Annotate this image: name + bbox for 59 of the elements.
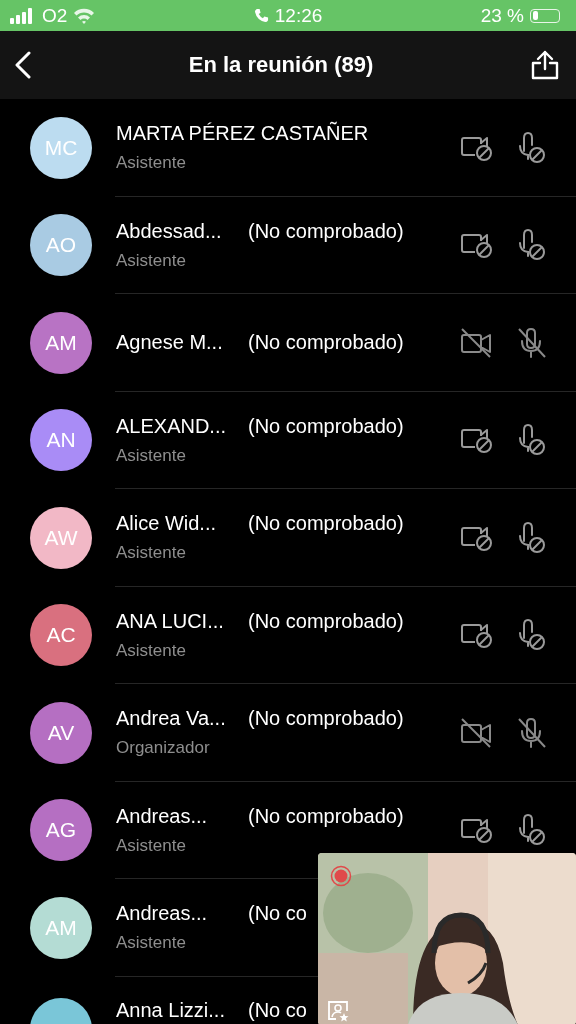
camera-off-icon bbox=[460, 327, 494, 358]
microphone-blocked-icon bbox=[516, 521, 548, 554]
verification-status: (No comprobado) bbox=[248, 609, 404, 633]
participant-role: Asistente bbox=[116, 445, 187, 466]
verification-status: (No comprobado) bbox=[248, 414, 404, 438]
microphone-blocked-icon bbox=[516, 424, 548, 457]
participant-name: Anna Lizzi... bbox=[116, 998, 226, 1022]
participant-role: Asistente bbox=[116, 640, 187, 661]
camera-blocked-icon bbox=[460, 621, 494, 650]
participant-name: ANA LUCI... bbox=[116, 609, 225, 633]
share-icon[interactable] bbox=[530, 50, 560, 80]
microphone-blocked-icon bbox=[516, 229, 548, 262]
avatar: AM bbox=[30, 896, 92, 959]
avatar: AN bbox=[30, 409, 92, 472]
microphone-off-icon bbox=[516, 716, 548, 749]
camera-blocked-icon bbox=[460, 231, 494, 260]
avatar: AV bbox=[30, 701, 92, 764]
screen-title: En la reunión (89) bbox=[188, 52, 374, 78]
battery-icon bbox=[530, 8, 560, 23]
verification-status: (No co bbox=[248, 998, 307, 1022]
verification-status: (No co bbox=[248, 902, 307, 926]
avatar: AO bbox=[30, 214, 92, 277]
battery-percent: 23 % bbox=[480, 4, 524, 27]
carrier-name: O2 bbox=[42, 4, 68, 27]
microphone-blocked-icon bbox=[516, 814, 548, 847]
participant-name: Abdessad... bbox=[116, 219, 223, 243]
camera-blocked-icon bbox=[460, 816, 494, 845]
participant-role: Asistente bbox=[116, 250, 187, 271]
avatar: AG bbox=[30, 799, 92, 862]
participant-name: Andreas... bbox=[116, 902, 209, 926]
microphone-blocked-icon bbox=[516, 619, 548, 652]
participant-name: Agnese M... bbox=[116, 331, 224, 355]
participant-name: Andreas... bbox=[116, 804, 209, 828]
participant-role: Organizador bbox=[116, 738, 211, 759]
avatar: MC bbox=[30, 116, 92, 179]
participant-name: MARTA PÉREZ CASTAÑER bbox=[116, 122, 369, 146]
participant-name: ALEXAND... bbox=[116, 414, 228, 438]
wifi-icon bbox=[73, 7, 96, 24]
phone-icon bbox=[253, 8, 269, 23]
participant-role: Asistente bbox=[116, 933, 187, 954]
avatar: AC bbox=[30, 604, 92, 667]
avatar: AM bbox=[30, 311, 92, 374]
verification-status: (No comprobado) bbox=[248, 707, 404, 731]
avatar: AW bbox=[30, 506, 92, 569]
verification-status: (No comprobado) bbox=[248, 331, 404, 355]
participant-name: Alice Wid... bbox=[116, 512, 218, 536]
camera-blocked-icon bbox=[460, 426, 494, 455]
camera-off-icon bbox=[460, 717, 494, 748]
participant-role: Asistente bbox=[116, 543, 187, 564]
microphone-blocked-icon bbox=[516, 131, 548, 164]
verification-status: (No comprobado) bbox=[248, 804, 404, 828]
verification-status: (No comprobado) bbox=[248, 512, 404, 536]
clock-time: 12:26 bbox=[274, 4, 323, 27]
participant-name: Andrea Va... bbox=[116, 707, 227, 731]
microphone-off-icon bbox=[516, 326, 548, 359]
participant-role: Asistente bbox=[116, 153, 187, 174]
back-icon[interactable] bbox=[14, 51, 32, 79]
participant-role: Asistente bbox=[116, 835, 187, 856]
verification-status: (No comprobado) bbox=[248, 219, 404, 243]
